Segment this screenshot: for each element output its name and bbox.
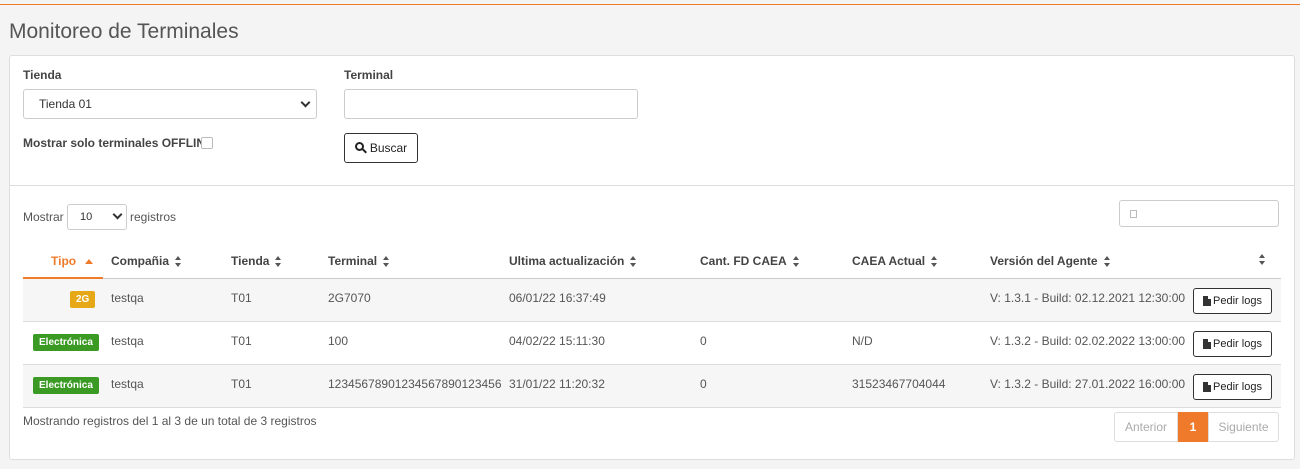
sort-icon [382, 255, 390, 267]
file-icon [1203, 382, 1212, 392]
sort-icon [174, 255, 182, 267]
sort-icon [1258, 254, 1266, 265]
cell-tienda: T01 [231, 291, 252, 305]
column-header-compania[interactable]: Compañia [111, 254, 182, 268]
column-header-cant-label: Cant. FD CAEA [700, 254, 787, 268]
filters-section: Tienda Tienda 01 Terminal Mostrar solo t… [10, 56, 1294, 186]
type-badge: 2G [70, 291, 96, 308]
table-row: Electrónica testqa T01 12345678901234567… [23, 365, 1281, 408]
page-1-button[interactable]: 1 [1178, 412, 1208, 442]
column-header-terminal-label: Terminal [328, 254, 378, 268]
chevron-down-icon [112, 209, 123, 220]
cell-ultima: 04/02/22 15:11:30 [509, 334, 605, 348]
cell-compania: testqa [111, 377, 144, 391]
column-header-tienda[interactable]: Tienda [231, 254, 282, 268]
filter-placeholder-icon [1130, 210, 1137, 218]
column-header-version-label: Versión del Agente [990, 254, 1098, 268]
sort-icon [930, 255, 938, 267]
terminal-input[interactable] [344, 89, 638, 119]
sort-icon [792, 255, 800, 267]
column-header-version[interactable]: Versión del Agente [990, 254, 1111, 268]
store-label: Tienda [23, 68, 62, 82]
column-header-terminal[interactable]: Terminal [328, 254, 390, 268]
page-length-value: 10 [80, 211, 93, 223]
cell-tienda: T01 [231, 334, 252, 348]
request-logs-label: Pedir logs [1213, 338, 1262, 350]
chevron-down-icon [300, 97, 311, 108]
page-title: Monitoreo de Terminales [9, 20, 239, 43]
sort-icon [274, 255, 282, 267]
request-logs-button[interactable]: Pedir logs [1193, 331, 1272, 357]
request-logs-button[interactable]: Pedir logs [1193, 374, 1272, 400]
cell-cant: 0 [700, 334, 707, 348]
cell-ultima: 06/01/22 16:37:49 [509, 291, 606, 305]
page-length-prefix: Mostrar [23, 210, 64, 224]
cell-tienda: T01 [231, 377, 252, 391]
cell-compania: testqa [111, 334, 144, 348]
column-header-ultima[interactable]: Ultima actualización [509, 254, 637, 268]
sort-icon [1103, 255, 1111, 267]
search-button[interactable]: Buscar [344, 133, 418, 163]
store-select[interactable]: Tienda 01 [23, 89, 317, 119]
page-1-label: 1 [1189, 420, 1197, 434]
monitor-panel: Tienda Tienda 01 Terminal Mostrar solo t… [9, 55, 1295, 460]
table-row: Electrónica testqa T01 100 04/02/22 15:1… [23, 322, 1281, 365]
prev-page-label: Anterior [1124, 420, 1168, 434]
sort-asc-icon [85, 258, 94, 264]
file-icon [1203, 296, 1212, 306]
search-button-label: Buscar [369, 141, 408, 155]
column-header-caea-label: CAEA Actual [852, 254, 926, 268]
type-badge: Electrónica [33, 377, 99, 394]
cell-version: V: 1.3.2 - Build: 27.01.2022 16:00:00 [990, 377, 1186, 391]
request-logs-button[interactable]: Pedir logs [1193, 288, 1272, 314]
table-filter-input[interactable] [1119, 200, 1279, 227]
store-select-value: Tienda 01 [39, 97, 92, 111]
cell-ultima: 31/01/22 11:20:32 [509, 377, 605, 391]
column-header-cant[interactable]: Cant. FD CAEA [700, 254, 800, 268]
request-logs-label: Pedir logs [1213, 295, 1262, 307]
prev-page-button[interactable]: Anterior [1114, 412, 1178, 442]
table-row: 2G testqa T01 2G7070 06/01/22 16:37:49 V… [23, 279, 1281, 322]
cell-terminal: 2G7070 [328, 291, 371, 305]
cell-version: V: 1.3.2 - Build: 02.02.2022 13:00:00 [990, 334, 1186, 348]
column-header-actions[interactable] [1258, 254, 1266, 265]
column-header-ultima-label: Ultima actualización [509, 254, 625, 268]
next-page-button[interactable]: Siguiente [1208, 412, 1279, 442]
column-header-tipo[interactable]: Tipo [51, 254, 94, 268]
search-icon [354, 142, 367, 154]
page-length-select[interactable]: 10 [67, 204, 127, 230]
cell-compania: testqa [111, 291, 144, 305]
cell-terminal: 100 [328, 334, 349, 348]
sort-icon [629, 255, 637, 267]
cell-cant: 0 [700, 377, 707, 391]
cell-caea: 31523467704044 [852, 377, 946, 391]
column-header-tienda-label: Tienda [231, 254, 270, 268]
next-page-label: Siguiente [1218, 420, 1269, 434]
column-header-caea[interactable]: CAEA Actual [852, 254, 938, 268]
type-badge: Electrónica [33, 334, 99, 351]
top-accent-line [0, 4, 1300, 5]
column-header-tipo-label: Tipo [51, 254, 77, 268]
cell-caea: N/D [852, 334, 873, 348]
file-icon [1203, 339, 1212, 349]
terminal-label: Terminal [344, 68, 394, 82]
page-length-suffix: registros [130, 210, 177, 224]
request-logs-label: Pedir logs [1213, 381, 1262, 393]
offline-checkbox[interactable] [201, 137, 213, 149]
cell-terminal: 12345678901234567890123456 [328, 377, 502, 391]
offline-label: Mostrar solo terminales OFFLINE [23, 136, 214, 150]
cell-version: V: 1.3.1 - Build: 02.12.2021 12:30:00 [990, 291, 1186, 305]
table-info: Mostrando registros del 1 al 3 de un tot… [23, 414, 317, 428]
column-header-compania-label: Compañia [111, 254, 170, 268]
